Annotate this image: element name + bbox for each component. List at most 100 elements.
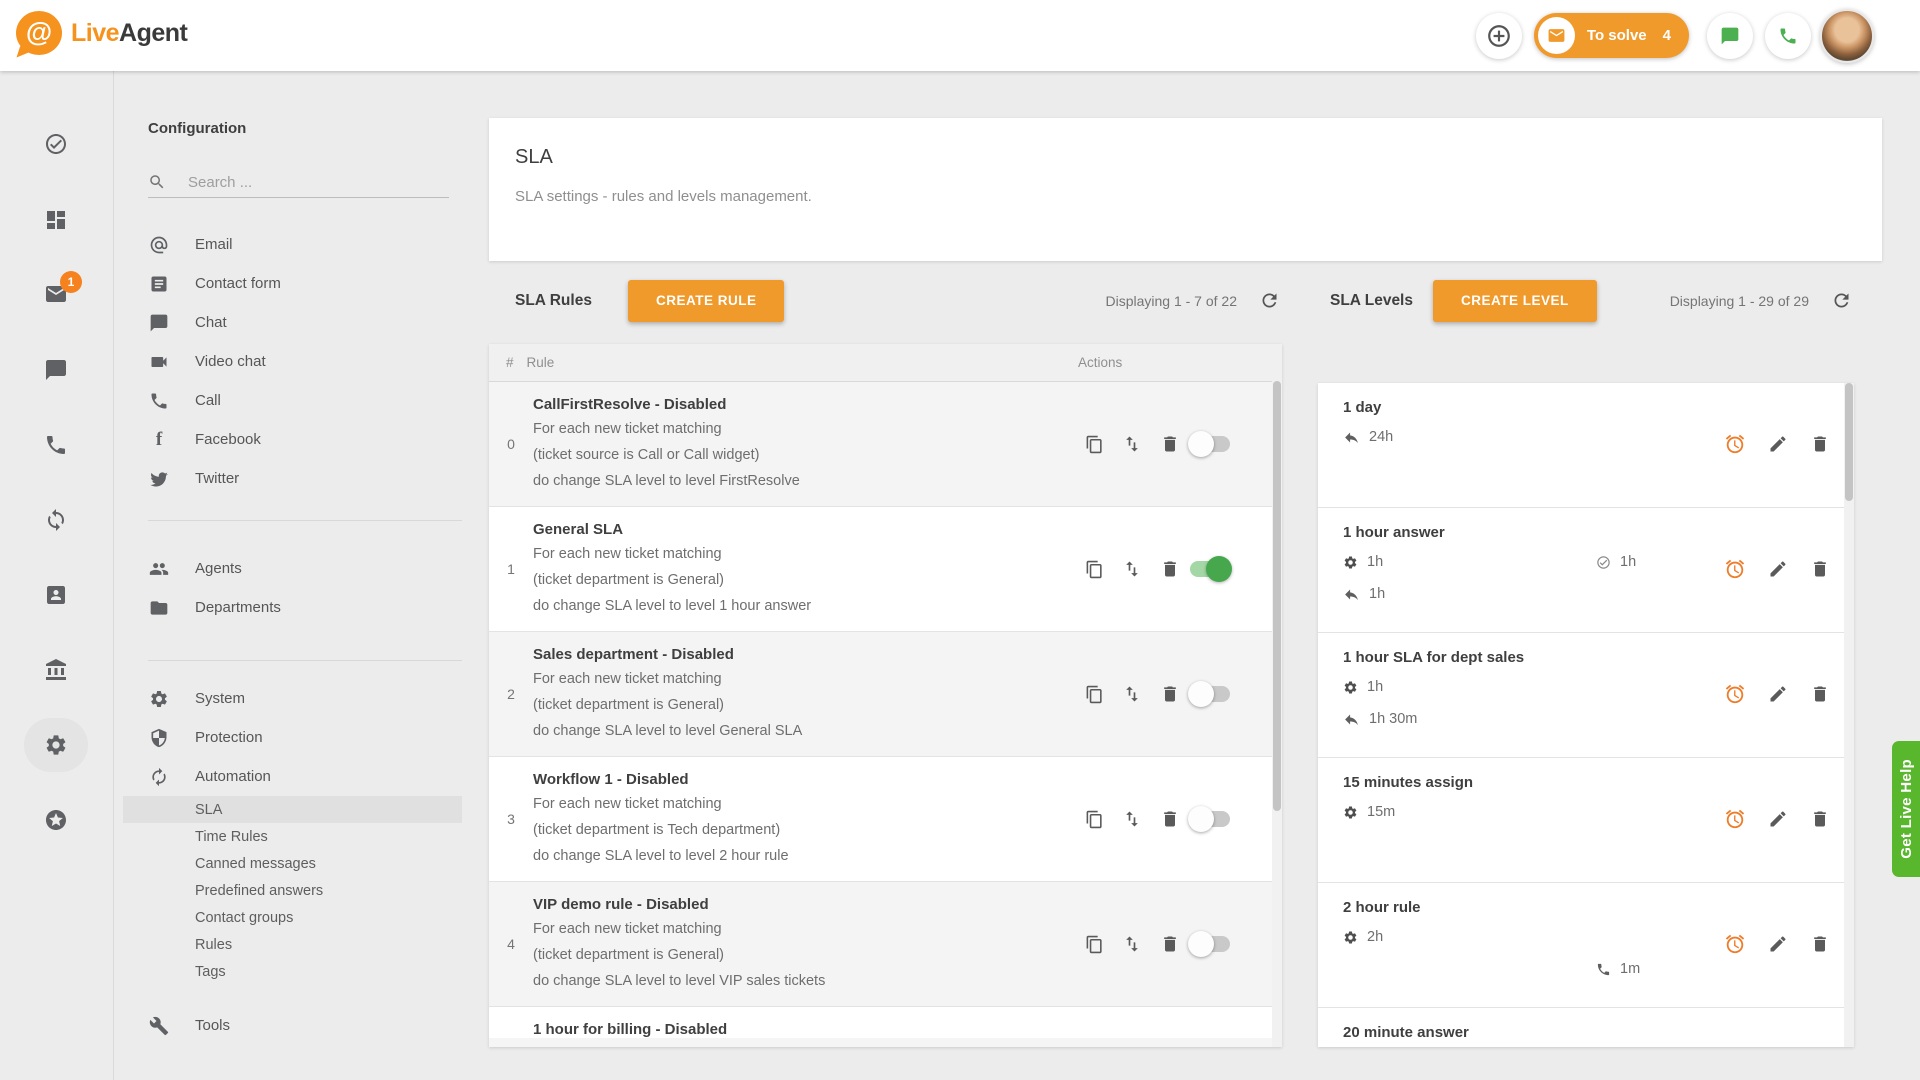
rule-line: (ticket department is General): [533, 692, 1085, 718]
alarm-clock-icon[interactable]: [1724, 933, 1746, 955]
chat-bubble-icon: [1720, 26, 1740, 46]
levels-vertical-scrollbar[interactable]: [1844, 383, 1854, 1047]
copy-rule-icon[interactable]: [1085, 560, 1104, 579]
delete-level-icon[interactable]: [1810, 809, 1830, 829]
copy-rule-icon[interactable]: [1085, 935, 1104, 954]
alarm-clock-icon[interactable]: [1724, 683, 1746, 705]
refresh-rules-icon[interactable]: [1259, 290, 1280, 311]
sidebar-item-rules[interactable]: Rules: [113, 931, 489, 958]
edit-level-icon[interactable]: [1768, 559, 1788, 579]
sidebar-item-chat[interactable]: Chat: [113, 303, 489, 342]
copy-rule-icon[interactable]: [1085, 435, 1104, 454]
nav-rail: 1: [0, 71, 114, 1080]
sidebar-item-system[interactable]: System: [113, 679, 489, 718]
get-live-help-tab[interactable]: Get Live Help: [1892, 741, 1920, 877]
sidebar-item-video-chat[interactable]: Video chat: [113, 342, 489, 381]
edit-level-icon[interactable]: [1768, 934, 1788, 954]
alarm-clock-icon[interactable]: [1724, 808, 1746, 830]
rail-item-calls[interactable]: [32, 421, 80, 469]
create-rule-button[interactable]: CREATE RULE: [628, 280, 785, 322]
sidebar-item-departments[interactable]: Departments: [113, 588, 489, 627]
reorder-rule-icon[interactable]: [1122, 684, 1142, 704]
rule-enabled-toggle[interactable]: [1188, 806, 1232, 832]
rule-number: 2: [489, 632, 533, 756]
search-input[interactable]: Search ...: [148, 167, 449, 198]
rail-item-settings[interactable]: [24, 718, 88, 772]
sidebar-item-contact-groups[interactable]: Contact groups: [113, 904, 489, 931]
sidebar-item-protection[interactable]: Protection: [113, 718, 489, 757]
delete-level-icon[interactable]: [1810, 934, 1830, 954]
rule-title: General SLA: [533, 519, 1085, 541]
edit-level-icon[interactable]: [1768, 434, 1788, 454]
rail-item-billing[interactable]: [32, 646, 80, 694]
create-level-button[interactable]: CREATE LEVEL: [1433, 280, 1597, 322]
sidebar-item-label: Contact form: [195, 275, 281, 292]
rail-item-mail[interactable]: 1: [32, 270, 80, 318]
user-avatar[interactable]: [1820, 9, 1874, 63]
phone-icon: [148, 391, 170, 411]
add-button[interactable]: [1476, 13, 1522, 59]
rule-description: General SLAFor each new ticket matching(…: [533, 507, 1085, 631]
rail-item-sync[interactable]: [32, 496, 80, 544]
liveagent-logo[interactable]: @ LiveAgent: [16, 11, 187, 55]
edit-level-icon[interactable]: [1768, 809, 1788, 829]
gear-small-icon: [1343, 930, 1358, 945]
delete-rule-icon[interactable]: [1160, 934, 1180, 954]
rail-item-gamification[interactable]: [32, 796, 80, 844]
rule-line: For each new ticket matching: [533, 791, 1085, 817]
star-circle-icon: [44, 808, 68, 832]
sidebar-item-tools[interactable]: Tools: [113, 1006, 489, 1045]
sidebar-item-agents[interactable]: Agents: [113, 549, 489, 588]
sidebar-item-tags[interactable]: Tags: [113, 958, 489, 985]
alarm-clock-icon[interactable]: [1724, 558, 1746, 580]
delete-rule-icon[interactable]: [1160, 434, 1180, 454]
rule-description: Workflow 1 - DisabledFor each new ticket…: [533, 757, 1085, 881]
rail-item-dashboard[interactable]: [32, 196, 80, 244]
call-status-button[interactable]: [1765, 13, 1811, 59]
rule-enabled-toggle[interactable]: [1188, 556, 1232, 582]
sidebar-item-predefined-answers[interactable]: Predefined answers: [113, 877, 489, 904]
reorder-rule-icon[interactable]: [1122, 559, 1142, 579]
refresh-levels-icon[interactable]: [1831, 290, 1852, 311]
level-time-value: 1h: [1620, 554, 1636, 570]
scrollbar-thumb[interactable]: [1845, 383, 1853, 501]
rule-enabled-toggle[interactable]: [1188, 681, 1232, 707]
sidebar-item-sla[interactable]: SLA: [123, 796, 462, 823]
rail-item-chats[interactable]: [32, 346, 80, 394]
sidebar-item-facebook[interactable]: fFacebook: [113, 420, 489, 459]
copy-rule-icon[interactable]: [1085, 685, 1104, 704]
sidebar-item-call[interactable]: Call: [113, 381, 489, 420]
gear-small-icon: [1343, 555, 1358, 570]
delete-rule-icon[interactable]: [1160, 809, 1180, 829]
rules-horizontal-scrollbar[interactable]: [489, 1038, 1272, 1047]
sidebar-item-twitter[interactable]: Twitter: [113, 459, 489, 498]
delete-level-icon[interactable]: [1810, 434, 1830, 454]
sidebar-item-time-rules[interactable]: Time Rules: [113, 823, 489, 850]
rule-enabled-toggle[interactable]: [1188, 931, 1232, 957]
delete-level-icon[interactable]: [1810, 684, 1830, 704]
reorder-rule-icon[interactable]: [1122, 434, 1142, 454]
sidebar-item-contact-form[interactable]: Contact form: [113, 264, 489, 303]
delete-level-icon[interactable]: [1810, 559, 1830, 579]
copy-rule-icon[interactable]: [1085, 810, 1104, 829]
reorder-rule-icon[interactable]: [1122, 934, 1142, 954]
chat-status-button[interactable]: [1707, 13, 1753, 59]
sidebar-item-automation[interactable]: Automation: [113, 757, 489, 796]
sidebar-item-email[interactable]: Email: [113, 225, 489, 264]
rail-item-contacts[interactable]: [32, 571, 80, 619]
edit-level-icon[interactable]: [1768, 684, 1788, 704]
sync-icon: [44, 508, 68, 532]
reorder-rule-icon[interactable]: [1122, 809, 1142, 829]
sidebar-item-label: Video chat: [195, 353, 266, 370]
to-solve-button[interactable]: To solve 4: [1534, 13, 1689, 58]
alarm-clock-icon[interactable]: [1724, 433, 1746, 455]
sidebar-item-canned-messages[interactable]: Canned messages: [113, 850, 489, 877]
scrollbar-thumb[interactable]: [1273, 381, 1281, 811]
check-circle-icon: [44, 132, 68, 156]
rule-enabled-toggle[interactable]: [1188, 431, 1232, 457]
rail-item-tickets[interactable]: [32, 120, 80, 168]
delete-rule-icon[interactable]: [1160, 559, 1180, 579]
rules-vertical-scrollbar[interactable]: [1272, 381, 1282, 1047]
rules-table-header: # Rule Actions: [489, 344, 1282, 382]
delete-rule-icon[interactable]: [1160, 684, 1180, 704]
